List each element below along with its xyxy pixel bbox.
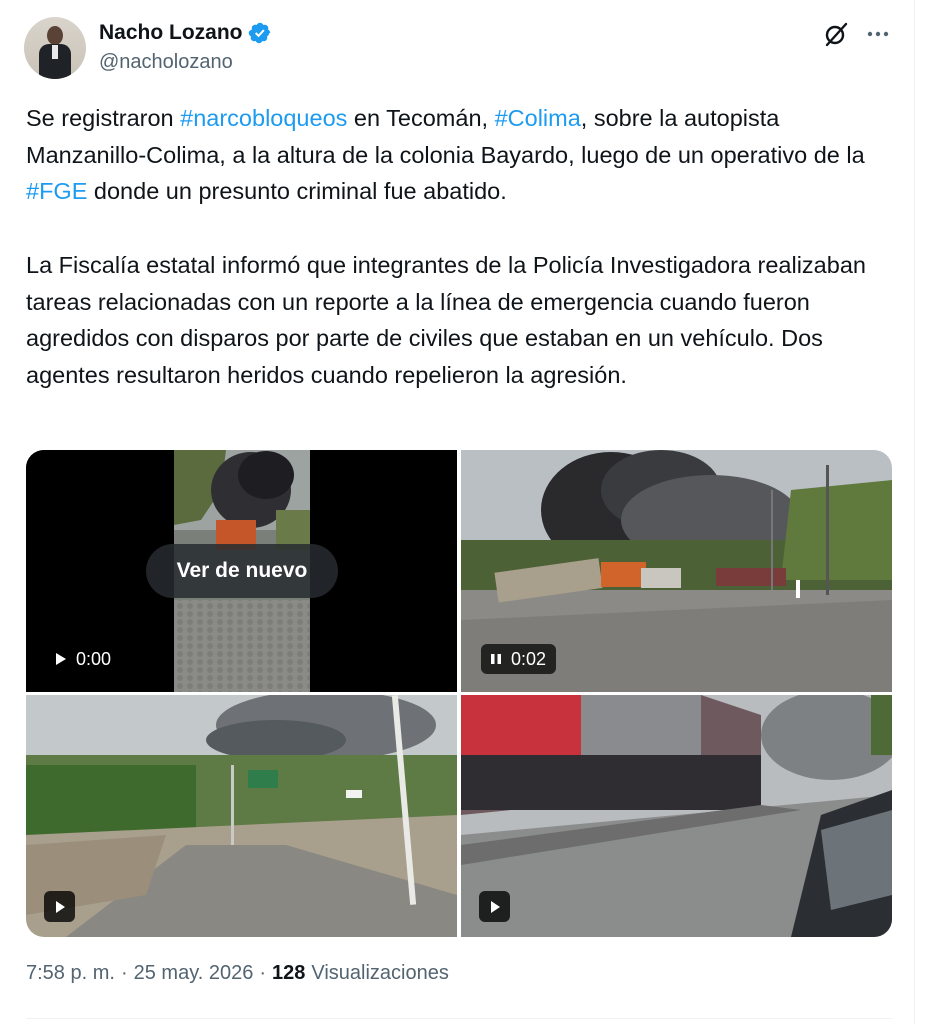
views-label: Visualizaciones bbox=[311, 962, 449, 984]
video-thumbnail-4[interactable] bbox=[461, 695, 892, 937]
pause-icon bbox=[491, 654, 501, 664]
tweet-text-segment: Se registraron bbox=[26, 105, 181, 131]
author-handle[interactable]: @nacholozano bbox=[99, 51, 233, 74]
play-icon bbox=[55, 900, 65, 913]
tweet-text-segment: donde un presunto criminal fue abatido. bbox=[87, 178, 507, 205]
media-grid: Ver de nuevo 0:00 0:02 bbox=[26, 450, 892, 937]
tweet-text: Se registraron #narcobloqueos en Tecomán… bbox=[26, 100, 906, 394]
replay-button[interactable]: Ver de nuevo bbox=[146, 544, 338, 598]
tweet-meta: 7:58 p. m. · 25 may. 2026 · 128 Visualiz… bbox=[26, 962, 449, 985]
video-2-time: 0:02 bbox=[511, 648, 547, 669]
meta-separator: · bbox=[259, 962, 266, 984]
hashtag-colima[interactable]: #Colima bbox=[495, 105, 581, 131]
footer-divider bbox=[26, 1018, 892, 1019]
tweet-date[interactable]: 25 may. 2026 bbox=[134, 962, 254, 985]
play-icon bbox=[490, 900, 500, 913]
author-row: Nacho Lozano bbox=[99, 19, 272, 47]
video-1-time: 0:00 bbox=[76, 648, 112, 669]
video-1-controls[interactable]: 0:00 bbox=[46, 644, 121, 674]
video-2-controls[interactable]: 0:02 bbox=[481, 644, 557, 674]
hashtag-narcobloqueos[interactable]: #narcobloqueos bbox=[180, 105, 347, 131]
grok-icon[interactable] bbox=[822, 20, 850, 48]
video-4-play-button[interactable] bbox=[479, 891, 510, 922]
video-frame-4 bbox=[461, 695, 892, 937]
views-count: 128 bbox=[272, 962, 306, 984]
more-icon[interactable] bbox=[864, 20, 892, 48]
author-name[interactable]: Nacho Lozano bbox=[99, 21, 243, 45]
tweet-paragraph-2: La Fiscalía estatal informó que integran… bbox=[26, 251, 873, 388]
avatar[interactable] bbox=[24, 17, 86, 79]
video-thumbnail-2[interactable]: 0:02 bbox=[461, 450, 892, 692]
tweet-text-segment: en Tecomán, bbox=[347, 105, 495, 131]
play-icon bbox=[56, 653, 66, 665]
video-thumbnail-1[interactable]: Ver de nuevo 0:00 bbox=[26, 450, 457, 692]
verified-badge-icon bbox=[248, 22, 270, 44]
video-3-play-button[interactable] bbox=[44, 891, 75, 922]
tweet-time[interactable]: 7:58 p. m. bbox=[26, 962, 115, 985]
video-thumbnail-3[interactable] bbox=[26, 695, 457, 937]
hashtag-fge[interactable]: #FGE bbox=[26, 178, 87, 204]
column-divider bbox=[914, 0, 915, 1024]
meta-separator: · bbox=[120, 962, 128, 984]
video-frame-3 bbox=[26, 695, 457, 937]
